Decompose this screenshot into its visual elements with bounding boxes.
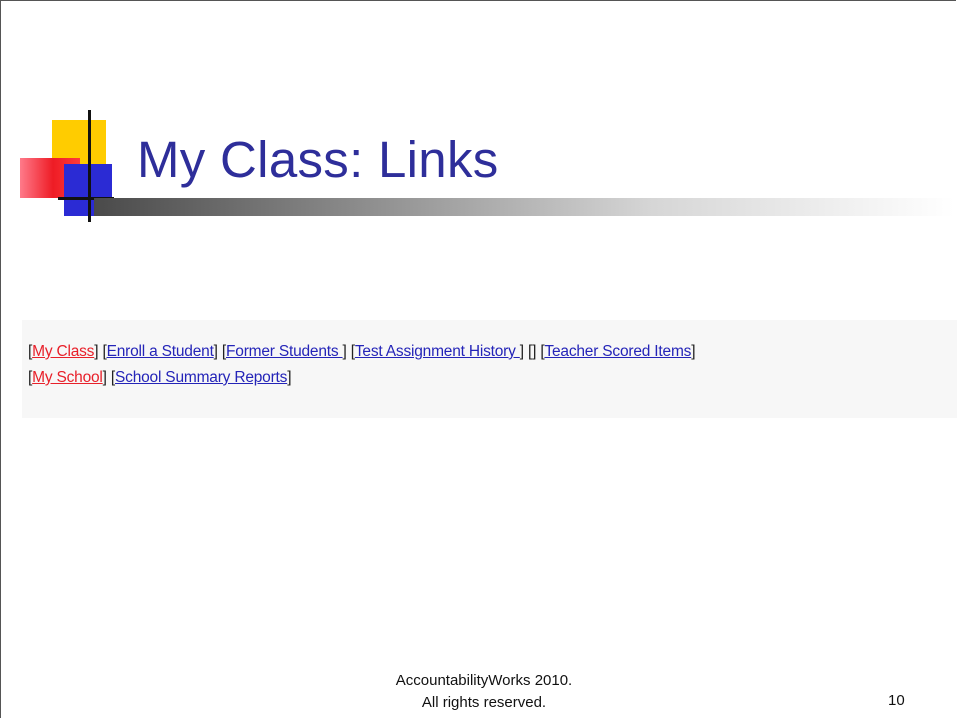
link-teacher-scored-items[interactable]: Teacher Scored Items <box>544 343 691 360</box>
footer-copyright: AccountabilityWorks 2010. All rights res… <box>364 670 604 714</box>
links-row-2: [My School] [School Summary Reports] <box>28 369 292 386</box>
title-underline-gradient <box>94 198 954 216</box>
link-test-assignment-history[interactable]: Test Assignment History <box>355 343 520 360</box>
footer-line-1: AccountabilityWorks 2010. <box>395 672 573 689</box>
footer-line-2: All rights reserved. <box>421 694 547 711</box>
link-former-students[interactable]: Former Students <box>226 343 343 360</box>
links-row-1: [My Class] [Enroll a Student] [Former St… <box>28 343 696 360</box>
link-my-class[interactable]: My Class <box>32 343 94 360</box>
decorative-vertical-line <box>88 110 91 222</box>
slide-title: My Class: Links <box>137 131 499 188</box>
link-enroll-a-student[interactable]: Enroll a Student <box>107 343 214 360</box>
link-school-summary-reports[interactable]: School Summary Reports <box>115 369 287 386</box>
page-number: 10 <box>888 692 905 709</box>
link-my-school[interactable]: My School <box>32 369 103 386</box>
